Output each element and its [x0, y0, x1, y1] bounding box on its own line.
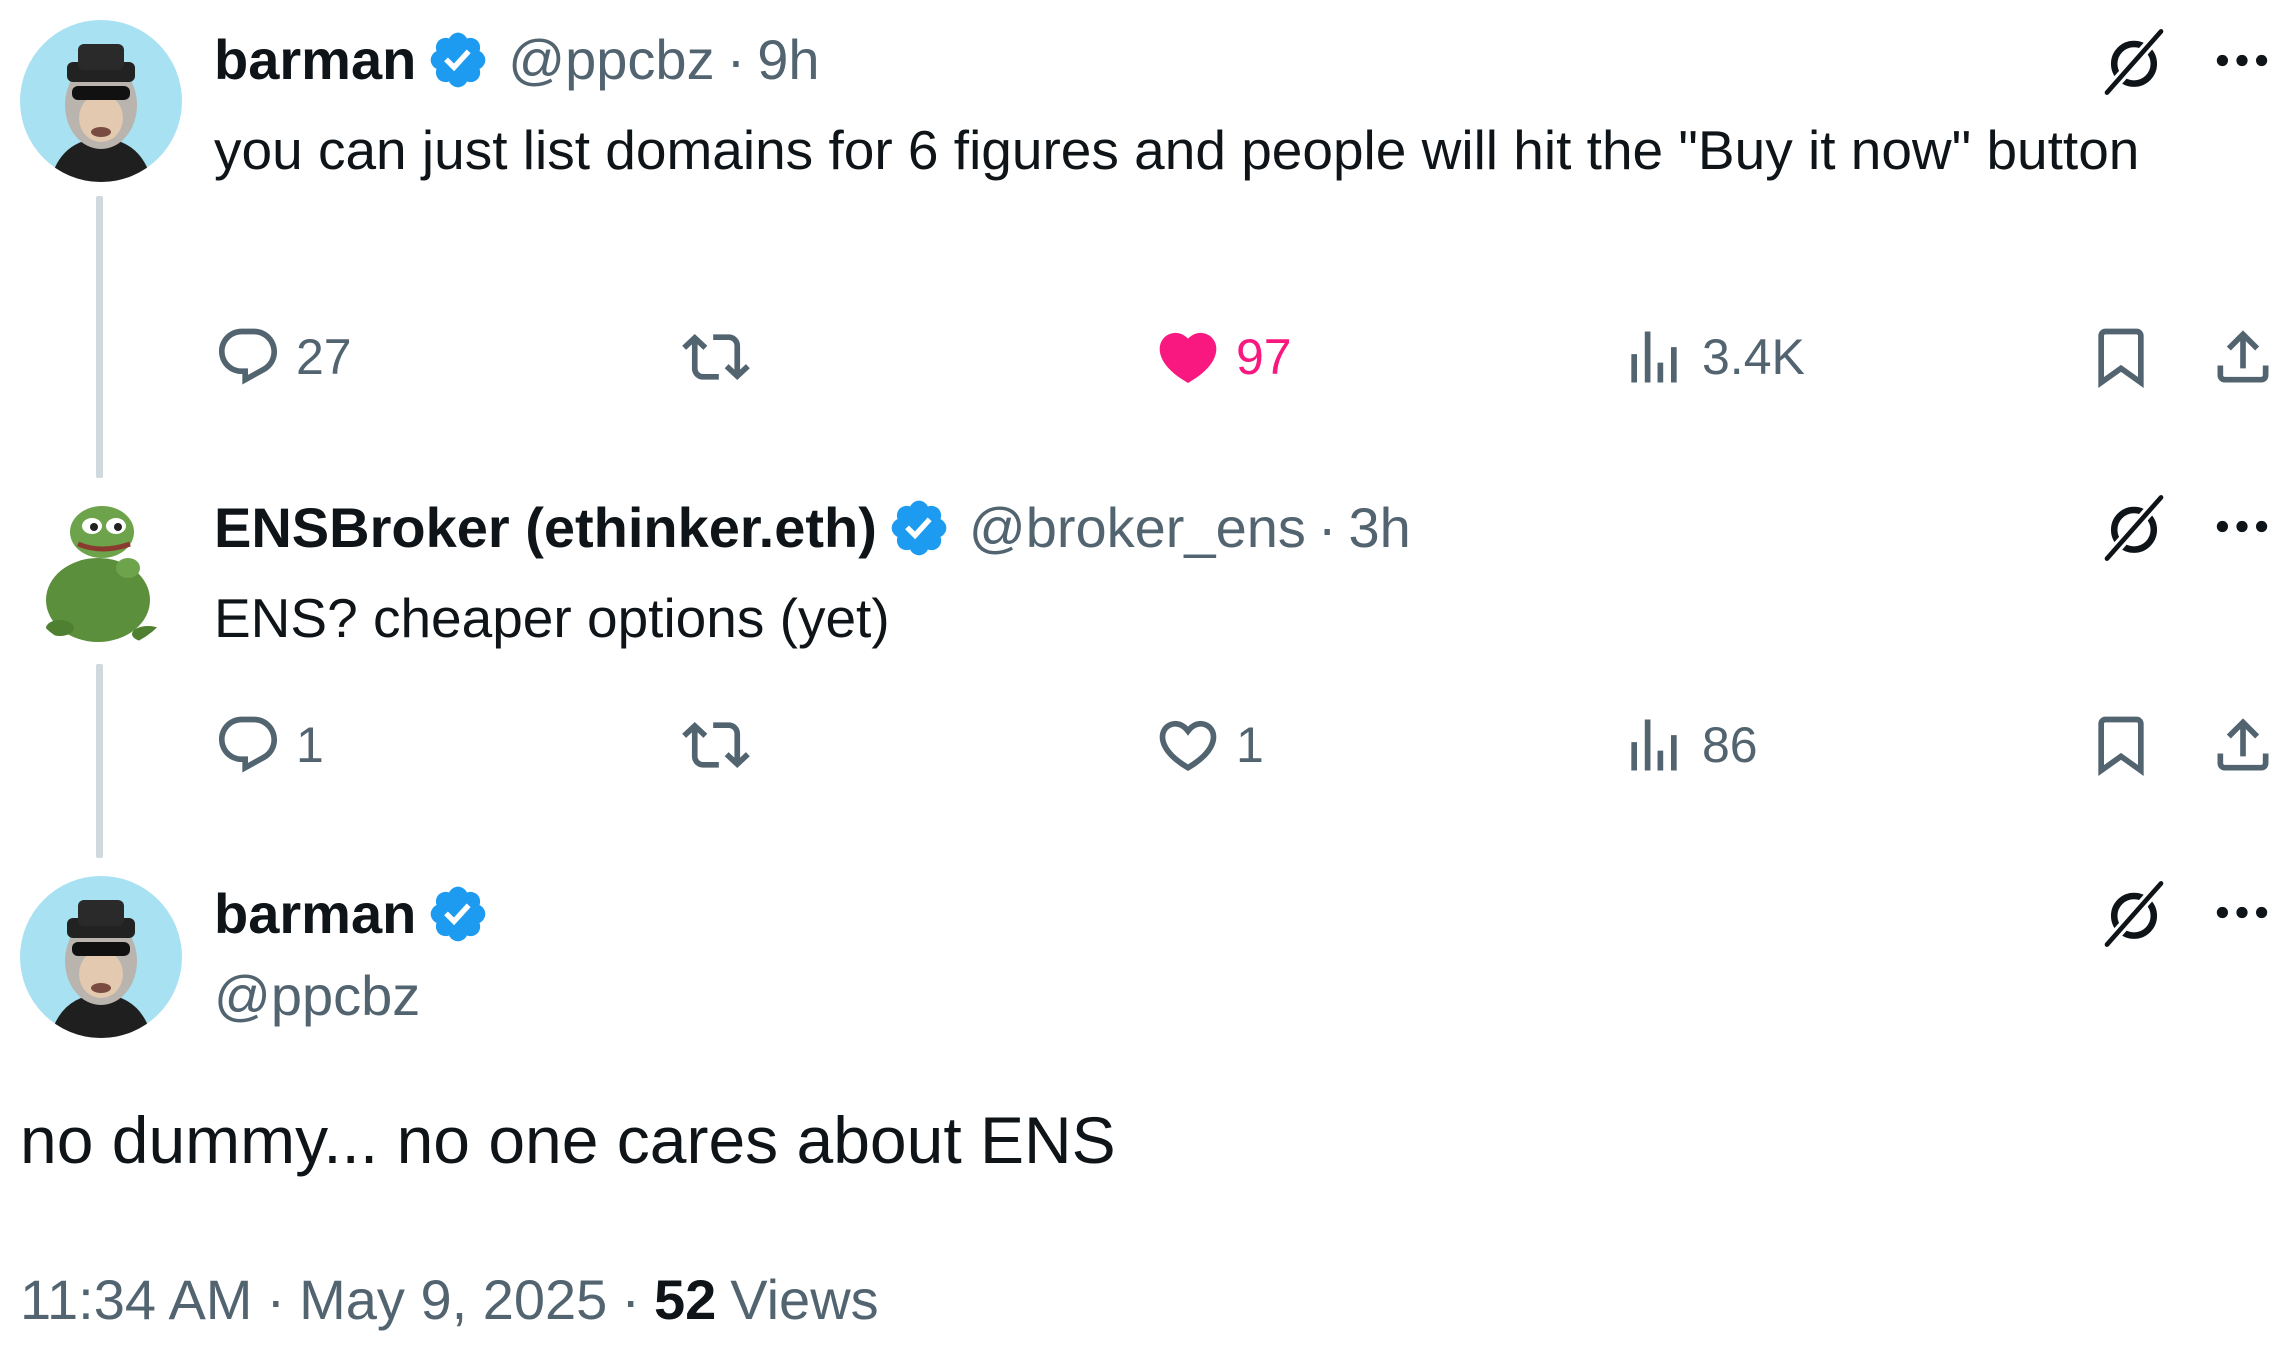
ape-avatar-image	[20, 20, 182, 182]
views-label: Views	[730, 1267, 879, 1331]
display-name[interactable]: barman	[214, 882, 416, 946]
share-button[interactable]	[2208, 322, 2278, 392]
tweet-text: you can just list domains for 6 figures …	[214, 119, 2140, 181]
main-tweet-header: barman	[214, 882, 490, 946]
timestamp[interactable]: 3h	[1349, 496, 1411, 560]
like-button[interactable]: 97	[1154, 322, 1292, 392]
post-time[interactable]: 11:34 AM	[20, 1267, 252, 1332]
separator: ·	[1317, 496, 1337, 559]
views-count: 52	[653, 1267, 717, 1331]
views-button[interactable]: 86	[1620, 710, 1758, 780]
grok-icon	[2098, 492, 2170, 564]
display-name[interactable]: barman	[214, 28, 416, 92]
like-count: 97	[1236, 329, 1292, 385]
repost-button[interactable]	[682, 710, 764, 780]
share-icon	[2209, 711, 2277, 779]
share-icon	[2209, 323, 2277, 391]
verified-badge-icon	[887, 496, 951, 560]
heart-icon	[1154, 711, 1222, 779]
separator: ·	[621, 1267, 640, 1331]
separator: ·	[266, 1267, 286, 1331]
avatar[interactable]	[20, 488, 182, 650]
username[interactable]: @ppcbz	[214, 964, 420, 1028]
username[interactable]: @broker_ens	[969, 496, 1306, 560]
verified-badge-icon	[426, 882, 490, 946]
bookmark-icon	[2087, 323, 2155, 391]
like-count: 1	[1236, 717, 1264, 773]
views-count: 86	[1702, 717, 1758, 773]
grok-button[interactable]	[2096, 24, 2172, 100]
reply-button[interactable]: 1	[214, 710, 324, 780]
pepe-avatar-image	[20, 488, 182, 650]
views-icon	[1620, 323, 1688, 391]
bookmark-button[interactable]	[2086, 322, 2156, 392]
avatar[interactable]	[20, 20, 182, 182]
bookmark-icon	[2087, 711, 2155, 779]
verified-badge-icon	[426, 28, 490, 92]
like-button[interactable]: 1	[1154, 710, 1264, 780]
more-icon	[2214, 518, 2270, 535]
thread-line	[96, 196, 103, 478]
grok-icon	[2098, 26, 2170, 98]
more-button[interactable]	[2210, 510, 2274, 542]
thread-line	[96, 664, 103, 858]
more-button[interactable]	[2210, 896, 2274, 928]
separator: ·	[726, 28, 746, 91]
tweet-meta: 11:34 AM · May 9, 2025 · 52 Views	[20, 1264, 879, 1334]
heart-filled-icon	[1154, 323, 1222, 391]
bookmark-button[interactable]	[2086, 710, 2156, 780]
tweet-header: ENSBroker (ethinker.eth) @broker_ens · 3…	[214, 496, 1411, 560]
display-name[interactable]: ENSBroker (ethinker.eth)	[214, 496, 877, 560]
repost-icon	[682, 711, 750, 779]
views-button[interactable]: 3.4K	[1620, 322, 1805, 392]
views-count: 3.4K	[1702, 329, 1805, 385]
more-button[interactable]	[2210, 44, 2274, 76]
share-button[interactable]	[2208, 710, 2278, 780]
more-icon	[2214, 904, 2270, 921]
grok-button[interactable]	[2096, 876, 2172, 952]
main-tweet-text: no dummy... no one cares about ENS	[20, 1103, 1116, 1177]
repost-button[interactable]	[682, 322, 764, 392]
reply-count: 1	[296, 717, 324, 773]
username[interactable]: @ppcbz	[508, 28, 714, 92]
grok-button[interactable]	[2096, 490, 2172, 566]
tweet-header: barman @ppcbz · 9h	[214, 28, 820, 92]
ape-avatar-image	[20, 876, 182, 1038]
reply-icon	[214, 711, 282, 779]
reply-button[interactable]: 27	[214, 322, 352, 392]
timestamp[interactable]: 9h	[757, 28, 819, 92]
tweet-text: ENS? cheaper options (yet)	[214, 587, 890, 649]
post-date[interactable]: May 9, 2025	[299, 1267, 607, 1332]
more-icon	[2214, 52, 2270, 69]
repost-icon	[682, 323, 750, 391]
avatar[interactable]	[20, 876, 182, 1038]
reply-icon	[214, 323, 282, 391]
grok-icon	[2098, 878, 2170, 950]
reply-count: 27	[296, 329, 352, 385]
views-icon	[1620, 711, 1688, 779]
